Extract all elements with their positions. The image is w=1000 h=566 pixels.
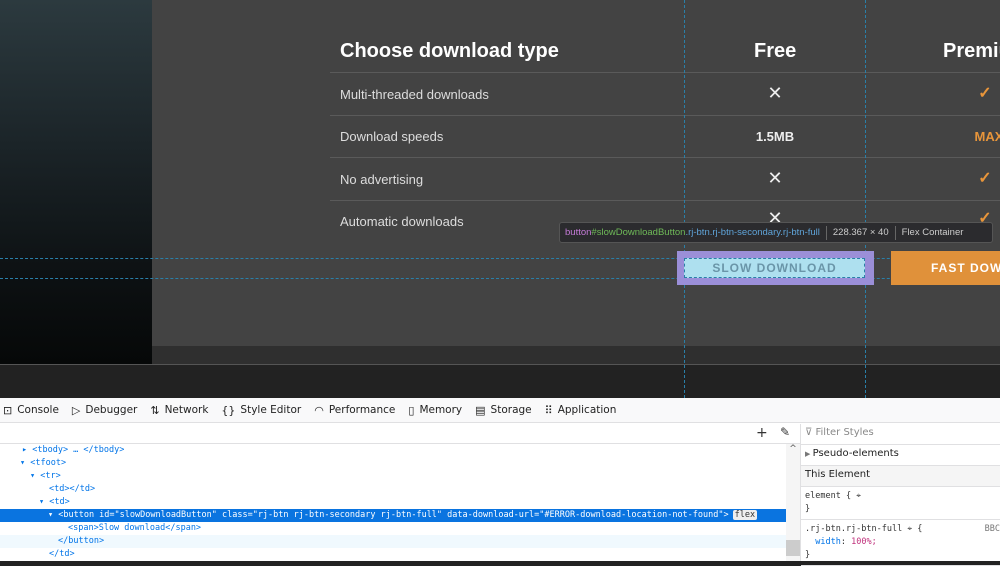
column-premium: Premium [943, 40, 1000, 62]
page-title: Choose download type [340, 40, 559, 62]
tab-label: Storage [490, 404, 532, 416]
row-label: Multi-threaded downloads [340, 87, 489, 102]
inspector-tooltip: button #slowDownloadButton .rj-btn.rj-btn-… [559, 222, 993, 243]
tooltip-id: #slowDownloadButton [591, 227, 686, 238]
x-icon: ✕ [767, 83, 783, 103]
tab-network[interactable]: ⇅ Network [150, 404, 208, 417]
rule-close: } [805, 550, 811, 560]
add-node-icon[interactable]: + [756, 425, 768, 441]
free-speed: 1.5MB [755, 129, 795, 144]
filter-styles-input[interactable]: ⊽ Filter Styles [801, 424, 1000, 445]
web-page: Choose download type Free Premium Multi-… [0, 0, 1000, 398]
rules-view: ⊽ Filter Styles ▶ Pseudo-elements This E… [800, 424, 1000, 566]
premium-speed: MAX [974, 129, 1000, 144]
row-divider [330, 72, 1000, 73]
row-divider [330, 115, 1000, 116]
memory-icon: ▯ [408, 403, 415, 417]
tree-node[interactable]: <span>Slow download</span> [68, 523, 201, 533]
guide-line [684, 0, 685, 398]
highlighter-icon[interactable]: ⌖ [907, 524, 912, 534]
slow-download-button[interactable]: SLOW DOWNLOAD [684, 258, 865, 278]
storage-icon: ▤ [475, 403, 486, 417]
tab-console[interactable]: ⊡ Console [3, 404, 59, 417]
tooltip-type: Flex Container [901, 227, 964, 238]
x-icon: ✕ [767, 168, 783, 188]
row-label: Automatic downloads [340, 214, 464, 229]
divider [0, 364, 1000, 365]
tree-node[interactable]: </td> [49, 549, 75, 559]
guide-line [865, 0, 866, 398]
tab-label: Application [557, 404, 617, 416]
tab-application[interactable]: ⠿ Application [545, 404, 617, 417]
devtools: ⊡ Console ▷ Debugger ⇅ Network {} Style Edit… [0, 398, 1000, 566]
tree-node: ▾ <button id="slowDownloadButton" class=… [48, 510, 729, 520]
download-panel [152, 0, 1000, 346]
debugger-icon: ▷ [71, 403, 81, 417]
application-icon: ⠿ [544, 403, 553, 417]
tab-style-editor[interactable]: {} Style Editor [221, 404, 301, 417]
rule-selector: element { [805, 491, 852, 501]
rule-source[interactable]: BBC [985, 523, 1000, 536]
performance-icon: ◠ [314, 403, 324, 417]
tab-debugger[interactable]: ▷ Debugger [72, 404, 137, 417]
flex-badge[interactable]: flex [732, 510, 758, 520]
pseudo-elements-toggle[interactable]: ▶ Pseudo-elements [801, 445, 1000, 466]
tab-label: Debugger [85, 404, 138, 416]
scrollbar[interactable]: ^ [786, 444, 800, 561]
row-label: Download speeds [340, 129, 444, 144]
tab-label: Network [164, 404, 209, 416]
column-free: Free [754, 40, 797, 62]
rule-close: } [805, 504, 811, 514]
tree-node[interactable]: ▾ <tr> [30, 471, 61, 481]
tree-node[interactable]: ▾ <tfoot> [20, 458, 66, 468]
tooltip-classes: .rj-btn.rj-btn-secondary.rj-btn-full [685, 227, 820, 238]
element-rule: element { ⌖} [801, 487, 1000, 520]
markup-toolbar: + ✎ [0, 424, 800, 444]
tooltip-tag: button [565, 227, 592, 238]
rule-selector: .rj-btn.rj-btn-full [805, 524, 903, 534]
panel-footer [152, 346, 1000, 364]
eyedropper-icon[interactable]: ✎ [780, 425, 790, 439]
tree-node[interactable]: <td></td> [49, 484, 95, 494]
tree-node[interactable]: ▸ <tbody> … </tbody> [22, 445, 124, 455]
tree-node[interactable]: </button> [58, 536, 104, 546]
tab-label: Style Editor [240, 404, 302, 416]
background-image [0, 0, 152, 364]
markup-view: + ✎ ▸ <tbody> … </tbody> ▾ <tfoot> ▾ <tr… [0, 424, 800, 561]
style-editor-icon: {} [221, 403, 236, 417]
selected-node[interactable]: ▾ <button id="slowDownloadButton" class=… [0, 509, 786, 522]
tab-label: Memory [419, 404, 463, 416]
tree-node[interactable]: ▾ <td> [39, 497, 70, 507]
tab-label: Performance [328, 404, 396, 416]
check-icon: ✓ [978, 170, 992, 187]
devtools-tabs: ⊡ Console ▷ Debugger ⇅ Network {} Style Edit… [0, 398, 1000, 423]
this-element-header: This Element [801, 466, 1000, 487]
tab-memory[interactable]: ▯ Memory [408, 404, 462, 417]
tab-performance[interactable]: ◠ Performance [314, 404, 395, 417]
check-icon: ✓ [978, 85, 992, 102]
row-divider [330, 200, 1000, 201]
highlighter-icon[interactable]: ⌖ [856, 491, 861, 501]
tab-label: Console [17, 404, 59, 416]
property-name[interactable]: width [815, 537, 841, 547]
rj-btn-full-rule: .rj-btn.rj-btn-full ⌖ {BBC width: 100%;} [801, 520, 1000, 566]
filter-placeholder: Filter Styles [815, 427, 874, 438]
property-value[interactable]: 100%; [851, 537, 877, 547]
fast-download-button[interactable]: FAST DOWNLOAD [891, 251, 1000, 285]
console-icon: ⊡ [3, 403, 13, 417]
network-icon: ⇅ [150, 403, 160, 417]
filter-icon: ⊽ [805, 427, 816, 438]
tab-storage[interactable]: ▤ Storage [475, 404, 532, 417]
row-label: No advertising [340, 172, 424, 187]
pseudo-label: Pseudo-elements [812, 448, 899, 459]
row-divider [330, 157, 1000, 158]
tooltip-size: 228.367 × 40 [832, 227, 889, 238]
